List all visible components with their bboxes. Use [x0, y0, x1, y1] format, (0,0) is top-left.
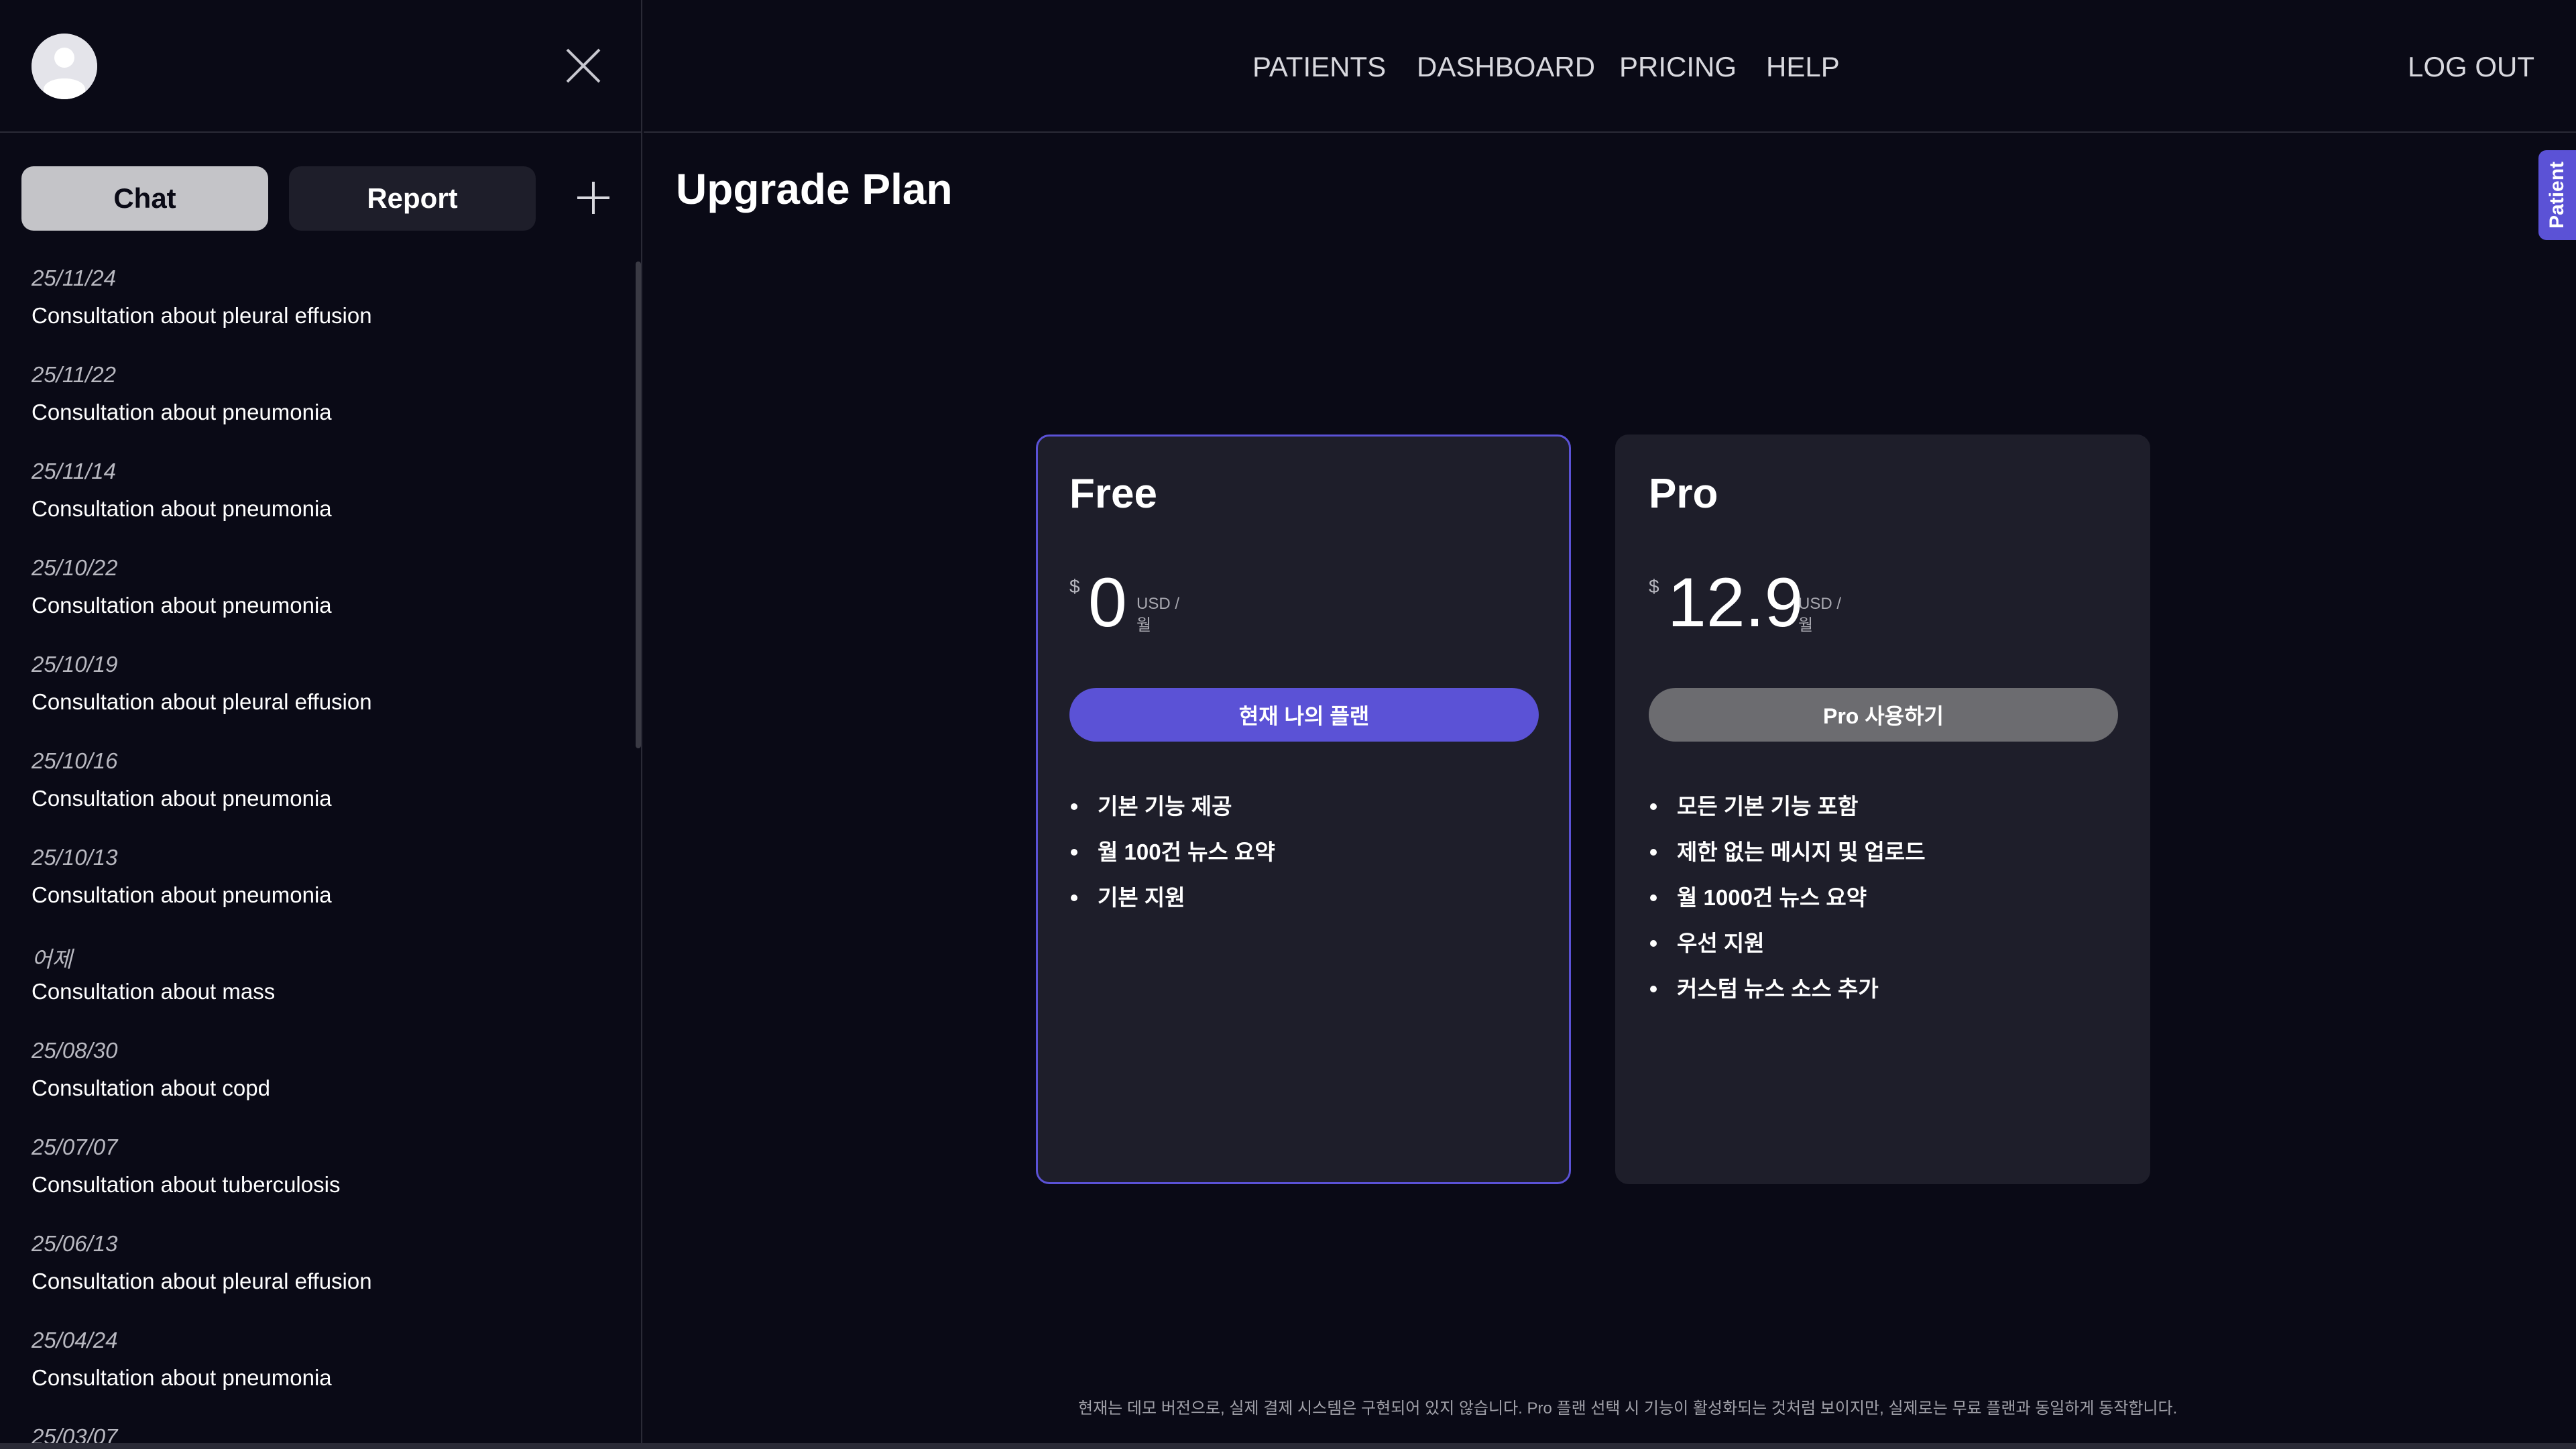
history-date: 25/10/19 [32, 652, 118, 677]
sidebar: Chat Report 25/11/24 Consultation about … [0, 0, 642, 1449]
bullet-icon [1650, 940, 1657, 947]
history-date: 25/10/13 [32, 845, 118, 870]
history-item[interactable]: 25/11/14 Consultation about pneumonia [32, 459, 608, 546]
history-title: Consultation about pneumonia [32, 593, 332, 618]
price-unit-line2: 월 [1798, 616, 1814, 634]
tab-chat[interactable]: Chat [21, 166, 268, 231]
feature-item: 커스텀 뉴스 소스 추가 [1649, 974, 2118, 1020]
price-unit-line2: 월 [1136, 616, 1152, 634]
bullet-icon [1071, 803, 1077, 810]
history-title: Consultation about pneumonia [32, 786, 332, 811]
history-title: Consultation about pleural effusion [32, 303, 372, 328]
feature-item: 월 100건 뉴스 요약 [1069, 837, 1539, 883]
feature-item: 우선 지원 [1649, 929, 2118, 974]
feature-text: 모든 기본 기능 포함 [1677, 794, 1859, 819]
tab-report[interactable]: Report [289, 166, 536, 231]
patient-tab-label: Patient [2546, 161, 2568, 229]
history-date: 25/11/14 [32, 459, 117, 483]
feature-text: 월 100건 뉴스 요약 [1098, 839, 1275, 864]
feature-text: 기본 기능 제공 [1098, 794, 1232, 819]
history-date: 25/10/16 [32, 748, 118, 773]
logout-link[interactable]: LOG OUT [2408, 51, 2534, 83]
history-item[interactable]: 25/10/16 Consultation about pneumonia [32, 748, 608, 835]
feature-item: 모든 기본 기능 포함 [1649, 792, 2118, 837]
price-unit: USD / 월 [1798, 593, 1841, 636]
history-item[interactable]: 25/10/22 Consultation about pneumonia [32, 555, 608, 642]
page-title: Upgrade Plan [676, 165, 953, 213]
bullet-icon [1650, 849, 1657, 856]
feature-item: 기본 지원 [1069, 883, 1539, 929]
bullet-icon [1650, 894, 1657, 901]
current-plan-button[interactable]: 현재 나의 플랜 [1069, 688, 1539, 742]
bullet-icon [1650, 803, 1657, 810]
price-amount: 12.9 [1667, 564, 1804, 642]
history-title: Consultation about pleural effusion [32, 1269, 372, 1293]
bullet-icon [1071, 849, 1077, 856]
history-date: 25/10/22 [32, 555, 118, 580]
history-date: 25/04/24 [32, 1328, 118, 1352]
feature-item: 기본 기능 제공 [1069, 792, 1539, 837]
feature-text: 제한 없는 메시지 및 업로드 [1677, 839, 1926, 864]
plan-card-free: Free $ 0 USD / 월 현재 나의 플랜 기본 기능 제공 월 100… [1036, 434, 1571, 1184]
feature-item: 제한 없는 메시지 및 업로드 [1649, 837, 2118, 883]
bullet-icon [1071, 894, 1077, 901]
nav-patients[interactable]: PATIENTS [1252, 51, 1386, 83]
user-avatar-icon[interactable] [32, 34, 97, 99]
feature-text: 월 1000건 뉴스 요약 [1677, 885, 1867, 910]
history-title: Consultation about pneumonia [32, 496, 332, 521]
plan-name: Pro [1649, 471, 1718, 517]
history-item[interactable]: 25/10/13 Consultation about pneumonia [32, 845, 608, 932]
nav-dashboard[interactable]: DASHBOARD [1417, 51, 1595, 83]
chat-history-list: 25/11/24 Consultation about pleural effu… [0, 255, 637, 1449]
nav-pricing[interactable]: PRICING [1619, 51, 1737, 83]
history-item[interactable]: 25/11/22 Consultation about pneumonia [32, 362, 608, 449]
sidebar-header [0, 0, 641, 133]
history-date: 25/11/22 [32, 362, 117, 387]
demo-disclaimer: 현재는 데모 버전으로, 실제 결제 시스템은 구현되어 있지 않습니다. Pr… [1078, 1399, 2178, 1417]
feature-text: 커스텀 뉴스 소스 추가 [1677, 976, 1879, 1001]
plus-icon[interactable] [573, 178, 613, 218]
close-icon[interactable] [563, 46, 603, 86]
history-title: Consultation about pleural effusion [32, 689, 372, 714]
sidebar-scrollbar[interactable] [636, 262, 641, 748]
nav-help[interactable]: HELP [1766, 51, 1840, 83]
price-unit-line1: USD / [1136, 595, 1180, 613]
history-item[interactable]: 25/10/19 Consultation about pleural effu… [32, 652, 608, 739]
history-item[interactable]: 25/07/07 Consultation about tuberculosis [32, 1135, 608, 1222]
feature-text: 우선 지원 [1677, 931, 1765, 955]
price-currency: $ [1649, 576, 1659, 597]
history-date: 25/08/30 [32, 1038, 118, 1063]
plan-name: Free [1069, 471, 1157, 517]
plan-card-pro: Pro $ 12.9 USD / 월 Pro 사용하기 모든 기본 기능 포함 … [1615, 434, 2150, 1184]
history-title: Consultation about pneumonia [32, 882, 332, 907]
history-date: 25/11/24 [32, 266, 117, 290]
history-title: Consultation about pneumonia [32, 400, 332, 424]
history-item[interactable]: 25/11/24 Consultation about pleural effu… [32, 266, 608, 353]
bullet-icon [1650, 986, 1657, 992]
feature-list: 모든 기본 기능 포함 제한 없는 메시지 및 업로드 월 1000건 뉴스 요… [1649, 792, 2118, 1020]
history-item[interactable]: 어제 Consultation about mass [32, 941, 608, 1029]
history-date: 25/07/07 [32, 1135, 118, 1159]
price-currency: $ [1069, 576, 1080, 597]
history-title: Consultation about copd [32, 1076, 270, 1100]
patient-side-tab[interactable]: Patient [2538, 150, 2576, 240]
price-unit-line1: USD / [1798, 595, 1842, 613]
history-item[interactable]: 25/06/13 Consultation about pleural effu… [32, 1231, 608, 1318]
history-item[interactable]: 25/08/30 Consultation about copd [32, 1038, 608, 1125]
history-date: 어제 [32, 947, 72, 972]
feature-text: 기본 지원 [1098, 885, 1185, 910]
history-title: Consultation about pneumonia [32, 1365, 332, 1390]
feature-list: 기본 기능 제공 월 100건 뉴스 요약 기본 지원 [1069, 792, 1539, 929]
history-date: 25/06/13 [32, 1231, 118, 1256]
history-title: Consultation about mass [32, 979, 276, 1004]
use-pro-button[interactable]: Pro 사용하기 [1649, 688, 2118, 742]
price-unit: USD / 월 [1136, 593, 1179, 636]
price-amount: 0 [1088, 564, 1127, 642]
bottom-divider [0, 1443, 2576, 1449]
history-item[interactable]: 25/04/24 Consultation about pneumonia [32, 1328, 608, 1415]
history-title: Consultation about tuberculosis [32, 1172, 341, 1197]
top-nav: PATIENTS DASHBOARD PRICING HELP LOG OUT [644, 0, 2576, 133]
feature-item: 월 1000건 뉴스 요약 [1649, 883, 2118, 929]
